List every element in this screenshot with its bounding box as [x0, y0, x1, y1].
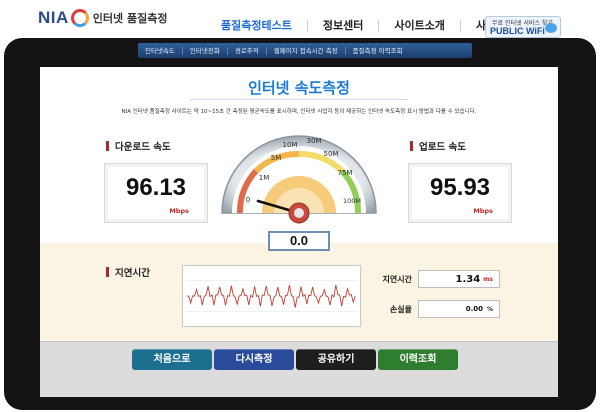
subnav-internet-phone[interactable]: 인터넷전화	[183, 46, 228, 55]
upload-unit: Mbps	[473, 207, 493, 215]
gauge-tick-30m: 30M	[307, 137, 322, 145]
history-button[interactable]: 이력조회	[378, 349, 458, 370]
gauge-tick-100m: 100M	[343, 197, 361, 205]
share-button[interactable]: 공유하기	[296, 349, 376, 370]
subnav-traceroute[interactable]: 경로추적	[228, 46, 267, 55]
main-nav: 품질측정테스트 정보센터 사이트소개 사이트맵	[206, 20, 531, 32]
download-unit: Mbps	[169, 207, 189, 215]
site-header: NIA 인터넷 품질측정 품질측정테스트 정보센터 사이트소개 사이트맵 무료 …	[0, 0, 600, 40]
loss-value-box: 0.00 %	[418, 300, 500, 318]
upload-value: 95.93	[429, 174, 491, 201]
download-label-text: 다운로드 속도	[115, 142, 171, 153]
latency-label-text: 지연시간	[115, 268, 150, 279]
gauge-tick-5m: 5M	[271, 154, 282, 162]
logo-text: NIA	[38, 8, 69, 27]
section-marker-icon	[106, 267, 109, 277]
gauge-hub-cap	[294, 208, 304, 218]
delay-value: 1.34	[455, 273, 481, 285]
latency-label: 지연시간	[106, 265, 150, 279]
logo-ring-icon	[70, 9, 89, 27]
gauge-tick-50m: 50M	[324, 150, 339, 158]
public-wifi-banner[interactable]: 무료 인터넷 서비스 찾기 PUBLIC WiFi	[485, 16, 561, 38]
site-logo[interactable]: NIA 인터넷 품질측정	[38, 8, 167, 28]
nav-site-intro[interactable]: 사이트소개	[379, 20, 461, 32]
latency-waveform	[182, 265, 361, 327]
banner-line2: PUBLIC WiFi	[490, 26, 545, 36]
nav-info-center[interactable]: 정보센터	[308, 20, 380, 32]
remeasure-button[interactable]: 다시측정	[214, 349, 294, 370]
upload-label: 업로드 속도	[410, 139, 466, 153]
subnav-internet-speed[interactable]: 인터넷속도	[138, 46, 183, 55]
loss-label: 손실율	[389, 304, 412, 314]
section-marker-icon	[410, 141, 413, 151]
speedtest-screen: 인터넷 속도측정 NIA 인터넷 품질측정 사이트는 약 10~15초 간 측정…	[40, 67, 558, 397]
delay-unit: ms	[483, 275, 493, 283]
speed-gauge: 0 1M 5M 10M 30M 50M 75M 100M	[221, 135, 377, 224]
gauge-tick-0: 0	[246, 196, 250, 204]
home-button[interactable]: 처음으로	[132, 349, 212, 370]
gauge-tick-10m: 10M	[283, 141, 298, 149]
delay-row: 지연시간 1.34 ms	[368, 270, 500, 288]
loss-value: 0.00	[465, 305, 483, 313]
subnav-webpage-time[interactable]: 웹페이지 접속시간 측정	[267, 46, 346, 55]
section-marker-icon	[106, 141, 109, 151]
download-value: 96.13	[125, 174, 187, 201]
gauge-readout: 0.0	[268, 231, 330, 251]
upload-value-box: 95.93 Mbps	[408, 163, 512, 223]
subnav-history[interactable]: 품질측정 이력조회	[346, 47, 410, 55]
delay-label: 지연시간	[382, 274, 412, 284]
gauge-tick-75m: 75M	[338, 169, 353, 177]
nav-quality-test[interactable]: 품질측정테스트	[206, 20, 308, 32]
sub-nav: 인터넷속도 인터넷전화 경로추적 웹페이지 접속시간 측정 품질측정 이력조회	[138, 43, 472, 58]
upload-label-text: 업로드 속도	[419, 142, 467, 153]
download-label: 다운로드 속도	[106, 139, 171, 153]
gauge-tick-1m: 1M	[259, 174, 270, 182]
logo-subtitle: 인터넷 품질측정	[92, 12, 168, 25]
download-value-box: 96.13 Mbps	[104, 163, 208, 223]
loss-unit: %	[486, 305, 493, 313]
delay-value-box: 1.34 ms	[418, 270, 500, 288]
wifi-free-badge-icon	[545, 23, 557, 33]
loss-row: 손실율 0.00 %	[368, 300, 500, 318]
